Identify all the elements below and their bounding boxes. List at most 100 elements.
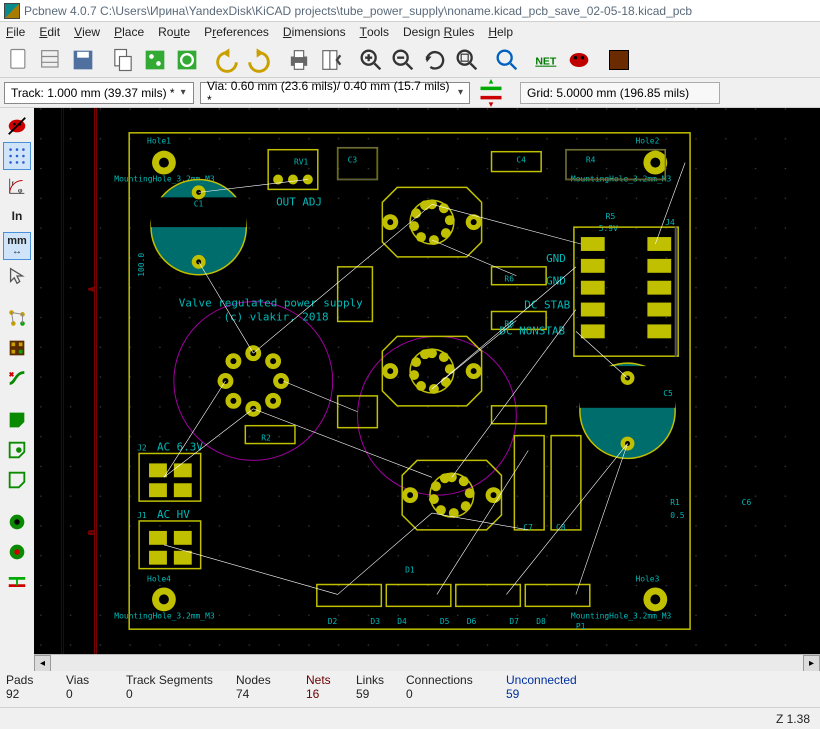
svg-text:GND: GND — [546, 252, 566, 265]
plot-icon[interactable] — [316, 45, 346, 75]
chevron-down-icon: ▾ — [458, 87, 463, 98]
menu-dims[interactable]: Dimensions — [283, 25, 346, 39]
svg-text:C1: C1 — [194, 199, 204, 208]
svg-text:D1: D1 — [405, 566, 415, 575]
track-width-select[interactable]: Track: 1.000 mm (39.37 mils) * ▾ — [4, 82, 194, 104]
undo-icon[interactable] — [212, 45, 242, 75]
menu-file[interactable]: File — [6, 25, 25, 39]
redo-icon[interactable] — [244, 45, 274, 75]
auto-delete-track-icon[interactable] — [3, 364, 31, 392]
svg-text:C4: C4 — [516, 156, 526, 165]
menu-view[interactable]: View — [74, 25, 100, 39]
svg-text:OUT ADJ: OUT ADJ — [276, 195, 322, 208]
svg-text:Hole2: Hole2 — [635, 137, 659, 146]
svg-text:(c) vlakir, 2018: (c) vlakir, 2018 — [223, 310, 328, 323]
zoom-in-icon[interactable] — [356, 45, 386, 75]
cursor-shape-icon[interactable] — [3, 262, 31, 290]
svg-text:5.9V: 5.9V — [599, 224, 618, 233]
board-wizard-icon[interactable] — [36, 45, 66, 75]
svg-text:Hole1: Hole1 — [147, 137, 171, 146]
new-icon[interactable] — [4, 45, 34, 75]
svg-text:R4: R4 — [586, 156, 596, 165]
svg-text:P1: P1 — [576, 622, 586, 631]
menubar[interactable]: File Edit View Place Route Preferences D… — [0, 22, 820, 42]
pcb-canvas[interactable]: A B Hole1 Hole2 Hole3 Hole4 MountingHole… — [34, 108, 820, 654]
menu-help[interactable]: Help — [488, 25, 513, 39]
show-ratsnest-icon[interactable] — [3, 304, 31, 332]
find-icon[interactable] — [492, 45, 522, 75]
pcb-svg: A B Hole1 Hole2 Hole3 Hole4 MountingHole… — [34, 108, 820, 654]
layer-color-icon[interactable] — [604, 45, 634, 75]
module-viewer-icon[interactable] — [172, 45, 202, 75]
svg-text:B: B — [87, 530, 96, 535]
svg-text:MountingHole_3.2mm_M3: MountingHole_3.2mm_M3 — [571, 611, 672, 620]
zoom-redraw-icon[interactable] — [420, 45, 450, 75]
parameters-toolbar: Track: 1.000 mm (39.37 mils) * ▾ Via: 0.… — [0, 78, 820, 108]
svg-text:J1: J1 — [137, 511, 147, 520]
show-grid-icon[interactable] — [3, 142, 31, 170]
svg-text:R6: R6 — [504, 275, 514, 284]
polar-coords-icon[interactable]: rφ — [3, 172, 31, 200]
left-toolbar: rφ In mm ↔ — [0, 108, 34, 671]
svg-text:C3: C3 — [348, 156, 358, 165]
print-icon[interactable] — [284, 45, 314, 75]
status-bar: Z 1.38 — [0, 707, 820, 729]
track-display-icon[interactable] — [3, 568, 31, 596]
svg-text:D3: D3 — [370, 617, 380, 626]
titlebar: Pcbnew 4.0.7 C:\Users\Ирина\YandexDisk\K… — [0, 0, 820, 22]
title-text: Pcbnew 4.0.7 C:\Users\Ирина\YandexDisk\K… — [24, 4, 692, 18]
svg-text:D6: D6 — [467, 617, 477, 626]
horizontal-scrollbar[interactable]: ◂ ▸ — [34, 654, 820, 671]
show-zones-icon[interactable] — [3, 406, 31, 434]
scroll-track[interactable] — [51, 655, 803, 672]
canvas-wrap: A B Hole1 Hole2 Hole3 Hole4 MountingHole… — [34, 108, 820, 671]
content-row: rφ In mm ↔ — [0, 108, 820, 671]
scroll-right-arrow[interactable]: ▸ — [803, 655, 820, 672]
svg-text:MountingHole_3.2mm_M3: MountingHole_3.2mm_M3 — [114, 611, 215, 620]
svg-text:D5: D5 — [440, 617, 450, 626]
scroll-left-arrow[interactable]: ◂ — [34, 655, 51, 672]
menu-rules[interactable]: Design Rules — [403, 25, 474, 39]
save-icon[interactable] — [68, 45, 98, 75]
auto-track-width-icon[interactable] — [476, 78, 506, 108]
drc-off-icon[interactable] — [3, 112, 31, 140]
via-size-select[interactable]: Via: 0.60 mm (23.6 mils)/ 0.40 mm (15.7 … — [200, 82, 470, 104]
netlist-icon[interactable]: NET — [532, 45, 562, 75]
svg-text:0.5: 0.5 — [670, 511, 685, 520]
page-settings-icon[interactable] — [108, 45, 138, 75]
show-zones-outline-icon[interactable] — [3, 436, 31, 464]
inches-toggle[interactable]: In — [3, 202, 31, 230]
svg-text:NET: NET — [535, 55, 557, 67]
show-module-ratsnest-icon[interactable] — [3, 334, 31, 362]
svg-text:GND: GND — [546, 275, 566, 288]
via-display-icon[interactable] — [3, 538, 31, 566]
svg-text:φ: φ — [18, 187, 23, 194]
pad-display-icon[interactable] — [3, 508, 31, 536]
zoom-fit-icon[interactable] — [452, 45, 482, 75]
svg-text:R2: R2 — [261, 434, 271, 443]
svg-text:D4: D4 — [397, 617, 407, 626]
svg-text:D8: D8 — [536, 617, 546, 626]
svg-text:100.0: 100.0 — [137, 253, 146, 277]
svg-text:Valve regulated power supply: Valve regulated power supply — [179, 297, 363, 310]
svg-text:Hole3: Hole3 — [635, 575, 659, 584]
menu-tools[interactable]: Tools — [360, 25, 389, 39]
show-zones-disable-icon[interactable] — [3, 466, 31, 494]
grid-size-select[interactable]: Grid: 5.0000 mm (196.85 mils) — [520, 82, 720, 104]
menu-route[interactable]: Route — [158, 25, 190, 39]
svg-text:C6: C6 — [742, 498, 752, 507]
svg-text:D2: D2 — [328, 617, 338, 626]
svg-text:C5: C5 — [663, 389, 673, 398]
module-editor-icon[interactable] — [140, 45, 170, 75]
svg-text:RV1: RV1 — [294, 158, 309, 167]
app-icon — [4, 3, 20, 19]
menu-prefs[interactable]: Preferences — [204, 25, 269, 39]
svg-text:AC HV: AC HV — [157, 508, 190, 521]
drc-icon[interactable] — [564, 45, 594, 75]
menu-edit[interactable]: Edit — [39, 25, 60, 39]
zoom-level: Z 1.38 — [776, 712, 810, 726]
svg-text:R1: R1 — [670, 498, 680, 507]
menu-place[interactable]: Place — [114, 25, 144, 39]
zoom-out-icon[interactable] — [388, 45, 418, 75]
mm-toggle[interactable]: mm ↔ — [3, 232, 31, 260]
